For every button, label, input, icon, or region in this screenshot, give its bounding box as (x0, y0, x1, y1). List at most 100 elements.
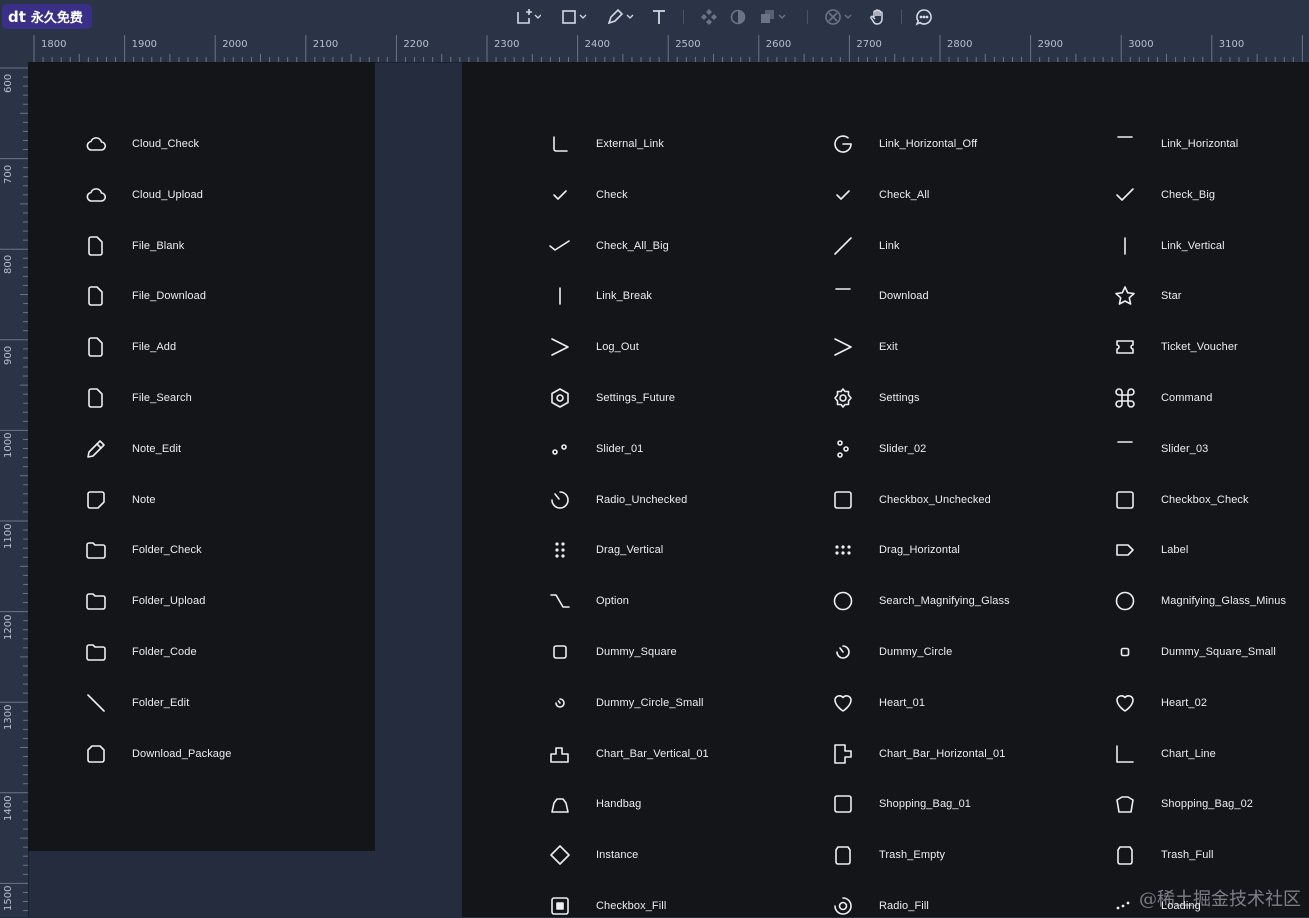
square-icon (548, 640, 572, 664)
icon-label: Download (879, 290, 929, 303)
brand-logo: dt (8, 7, 26, 26)
horizontal-ruler-ticks (33, 35, 1303, 62)
icon-list-item[interactable]: Note_Edit (84, 437, 181, 461)
ruler-label: 1400 (3, 795, 14, 821)
icon-list-item[interactable]: Ticket_Voucher (1113, 335, 1238, 359)
icon-list-item[interactable]: Folder_Edit (84, 691, 189, 715)
dash-icon (1113, 437, 1137, 461)
mask-tool-button[interactable] (729, 7, 747, 27)
icon-list-item[interactable]: Dummy_Square_Small (1113, 640, 1276, 664)
icon-list-item[interactable]: Check_Big (1113, 183, 1215, 207)
icon-list-item[interactable]: Check (548, 183, 628, 207)
icon-list-item[interactable]: Checkbox_Unchecked (831, 488, 991, 512)
icon-list-item[interactable]: Handbag (548, 792, 641, 816)
external-link-icon (548, 132, 572, 156)
icon-list-item[interactable]: Star (1113, 284, 1182, 308)
heart-icon (1113, 691, 1137, 715)
icon-list-item[interactable]: Dummy_Circle_Small (548, 691, 704, 715)
icon-list-item[interactable]: Exit (831, 335, 898, 359)
plugin-tool-button[interactable] (824, 7, 856, 27)
icon-list-item[interactable]: Download (831, 284, 929, 308)
shape-tool-button[interactable] (561, 7, 589, 27)
icon-list-item[interactable]: Search_Magnifying_Glass (831, 589, 1010, 613)
icon-list-item[interactable]: Slider_03 (1113, 437, 1208, 461)
icon-label: Instance (596, 849, 639, 862)
icon-list-item[interactable]: Label (1113, 538, 1188, 562)
icon-list-item[interactable]: Link_Vertical (1113, 234, 1225, 258)
icon-list-item[interactable]: Drag_Horizontal (831, 538, 960, 562)
icon-list-item[interactable]: Checkbox_Check (1113, 488, 1249, 512)
chart-line-icon (1113, 742, 1137, 766)
ruler-label: 1000 (3, 432, 14, 459)
toolbar-divider (807, 10, 808, 24)
icon-list-item[interactable]: Heart_01 (831, 691, 925, 715)
horizontal-ruler[interactable]: 1800 1900 2000 2100 2200 2300 2400 2500 2600 2700… (0, 35, 1309, 63)
ruler-label: 1500 (3, 885, 14, 912)
icon-list-item[interactable]: Shopping_Bag_01 (831, 792, 971, 816)
icon-list-item[interactable]: Instance (548, 843, 638, 867)
icon-list-item[interactable]: Shopping_Bag_02 (1113, 792, 1253, 816)
icon-list-item[interactable]: Settings (831, 386, 920, 410)
icon-list-item[interactable]: Folder_Upload (84, 589, 205, 613)
icon-label: File_Blank (132, 239, 185, 252)
comment-tool-button[interactable] (915, 7, 933, 27)
icon-list-item[interactable]: File_Search (84, 386, 192, 410)
folder-icon (84, 640, 108, 664)
icon-list-item[interactable]: Download_Package (84, 742, 231, 766)
icon-list-item[interactable]: Slider_02 (831, 437, 926, 461)
icon-list-item[interactable]: Link (831, 234, 900, 258)
icon-list-item[interactable]: Slider_01 (548, 437, 643, 461)
icon-list-item[interactable]: Link_Horizontal (1113, 132, 1238, 156)
icon-list-item[interactable]: Chart_Line (1113, 742, 1216, 766)
icon-list-item[interactable]: Link_Horizontal_Off (831, 132, 977, 156)
vertical-ruler[interactable]: 600 700 800 900 1000 1100 1200 1300 1400 1500 (0, 62, 29, 917)
icon-list-item[interactable]: Chart_Bar_Vertical_01 (548, 742, 709, 766)
gear-icon (831, 386, 855, 410)
icon-label: Check_All (879, 188, 930, 201)
dash-icon (1113, 132, 1137, 156)
icon-list-item[interactable]: Chart_Bar_Horizontal_01 (831, 742, 1005, 766)
icon-list-item[interactable]: Command (1113, 386, 1212, 410)
icon-list-item[interactable]: Note (84, 488, 156, 512)
text-tool-button[interactable] (650, 7, 668, 27)
boolean-tool-button[interactable] (759, 7, 789, 27)
icon-list-item[interactable]: Trash_Empty (831, 843, 945, 867)
icon-label: Link (879, 239, 900, 252)
icon-list-item[interactable]: Radio_Unchecked (548, 488, 687, 512)
icon-list-item[interactable]: Drag_Vertical (548, 538, 663, 562)
icon-list-item[interactable]: Link_Break (548, 284, 652, 308)
icon-list-item[interactable]: Check_All (831, 183, 929, 207)
icon-label: Check (596, 188, 628, 201)
command-icon (1113, 386, 1137, 410)
icon-list-item[interactable]: Settings_Future (548, 386, 675, 410)
icon-frame-right[interactable]: External_Link Check Check_All_Big Link_Brea… (462, 62, 1309, 917)
icon-list-item[interactable]: Cloud_Check (84, 132, 199, 156)
icon-list-item[interactable]: File_Download (84, 284, 206, 308)
icon-list-item[interactable]: Log_Out (548, 335, 639, 359)
icon-list-item[interactable]: File_Add (84, 335, 176, 359)
icon-list-item[interactable]: Trash_Full (1113, 843, 1214, 867)
icon-list-item[interactable]: Folder_Check (84, 538, 202, 562)
frame-tool-button[interactable] (515, 7, 541, 27)
icon-list-item[interactable]: Folder_Code (84, 640, 197, 664)
icon-list-item[interactable]: External_Link (548, 132, 664, 156)
heart-icon (831, 691, 855, 715)
icon-list-item[interactable]: Check_All_Big (548, 234, 669, 258)
hand-tool-button[interactable] (869, 7, 887, 27)
component-tool-button[interactable] (700, 7, 718, 27)
icon-label: Link_Break (596, 290, 653, 303)
icon-list-item[interactable]: Heart_02 (1113, 691, 1207, 715)
pen-tool-button[interactable] (606, 7, 636, 27)
vertical-line-icon (1113, 234, 1137, 258)
icon-list-item[interactable]: Checkbox_Fill (548, 894, 666, 918)
icon-list-item[interactable]: Dummy_Circle (831, 640, 952, 664)
icon-list-item[interactable]: Dummy_Square (548, 640, 677, 664)
icon-list-item[interactable]: File_Blank (84, 234, 184, 258)
icon-list-item[interactable]: Cloud_Upload (84, 183, 203, 207)
icon-frame-left[interactable]: Cloud_Check Cloud_Upload File_Blank File_Do… (28, 62, 375, 851)
icon-list-item[interactable]: Magnifying_Glass_Minus (1113, 589, 1286, 613)
brand-badge[interactable]: dt 永久免费 (2, 4, 92, 29)
icon-list-item[interactable]: Option (548, 589, 629, 613)
icon-label: Chart_Line (1161, 747, 1216, 760)
icon-list-item[interactable]: Radio_Fill (831, 894, 929, 918)
